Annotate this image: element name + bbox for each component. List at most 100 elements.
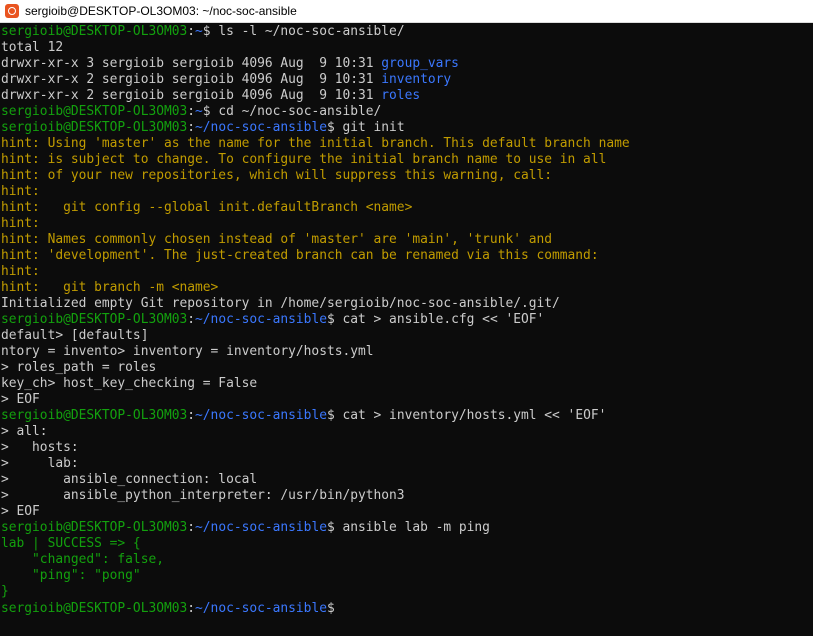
prompt-user: sergioib@DESKTOP-OL3OM03	[1, 120, 188, 135]
terminal-line: hint: is subject to change. To configure…	[1, 152, 813, 168]
output-text: > EOF	[1, 392, 40, 407]
hint-text: hint: git config --global init.defaultBr…	[1, 200, 413, 215]
prompt-user: sergioib@DESKTOP-OL3OM03	[1, 104, 188, 119]
terminal-window: sergioib@DESKTOP-OL3OM03: ~/noc-soc-ansi…	[0, 0, 813, 636]
prompt-user: sergioib@DESKTOP-OL3OM03	[1, 24, 188, 39]
terminal-line: > EOF	[1, 504, 813, 520]
output-text: Initialized empty Git repository in /hom…	[1, 296, 560, 311]
prompt-path: ~	[195, 104, 203, 119]
terminal-line: hint:	[1, 264, 813, 280]
hint-text: hint:	[1, 264, 40, 279]
prompt-path: ~/noc-soc-ansible	[195, 312, 327, 327]
prompt-path: ~/noc-soc-ansible	[195, 601, 327, 616]
output-text: $ ls -l ~/noc-soc-ansible/	[202, 24, 405, 39]
output-text: > all:	[1, 424, 48, 439]
output-text: > hosts:	[1, 440, 79, 455]
output-text: > ansible_python_interpreter: /usr/bin/p…	[1, 488, 405, 503]
terminal-line: hint:	[1, 216, 813, 232]
terminal-line: hint: Using 'master' as the name for the…	[1, 136, 813, 152]
output-text: $ cd ~/noc-soc-ansible/	[202, 104, 382, 119]
prompt-user: "ping": "pong"	[1, 568, 141, 583]
hint-text: hint: git branch -m <name>	[1, 280, 219, 295]
hint-text: hint:	[1, 184, 40, 199]
output-text: $ cat > inventory/hosts.yml << 'EOF'	[326, 408, 607, 423]
prompt-user: sergioib@DESKTOP-OL3OM03	[1, 520, 188, 535]
terminal-line: hint: 'development'. The just-created br…	[1, 248, 813, 264]
output-text: > roles_path = roles	[1, 360, 157, 375]
output-text: $ cat > ansible.cfg << 'EOF'	[326, 312, 545, 327]
prompt-user: lab | SUCCESS => {	[1, 536, 141, 551]
prompt-user: sergioib@DESKTOP-OL3OM03	[1, 312, 188, 327]
output-text: :	[187, 24, 196, 39]
terminal-line: ntory = invento> inventory = inventory/h…	[1, 344, 813, 360]
terminal-line: > ansible_python_interpreter: /usr/bin/p…	[1, 488, 813, 504]
prompt-user: }	[1, 584, 9, 599]
output-text: :	[187, 601, 196, 616]
output-text: $ ansible lab -m ping	[326, 520, 490, 535]
output-text: > lab:	[1, 456, 79, 471]
prompt-user: sergioib@DESKTOP-OL3OM03	[1, 408, 188, 423]
terminal-line: hint: git branch -m <name>	[1, 280, 813, 296]
output-text: :	[187, 120, 196, 135]
output-text: :	[187, 408, 196, 423]
terminal-line: drwxr-xr-x 3 sergioib sergioib 4096 Aug …	[1, 56, 813, 72]
title-bar[interactable]: sergioib@DESKTOP-OL3OM03: ~/noc-soc-ansi…	[0, 0, 813, 23]
output-text: total 12	[1, 40, 64, 55]
terminal-line: Initialized empty Git repository in /hom…	[1, 296, 813, 312]
hint-text: hint: Names commonly chosen instead of '…	[1, 232, 553, 247]
output-text: > ansible_connection: local	[1, 472, 258, 487]
terminal-line: sergioib@DESKTOP-OL3OM03:~/noc-soc-ansib…	[1, 520, 813, 536]
terminal-line: }	[1, 584, 813, 600]
prompt-path: inventory	[381, 72, 452, 87]
terminal-line: sergioib@DESKTOP-OL3OM03:~/noc-soc-ansib…	[1, 408, 813, 424]
terminal-line: > lab:	[1, 456, 813, 472]
terminal-line: > ansible_connection: local	[1, 472, 813, 488]
output-text: ntory = invento> inventory = inventory/h…	[1, 344, 374, 359]
terminal-line: > EOF	[1, 392, 813, 408]
terminal-line: lab | SUCCESS => {	[1, 536, 813, 552]
output-text: :	[187, 312, 196, 327]
terminal-line: > all:	[1, 424, 813, 440]
terminal-line: total 12	[1, 40, 813, 56]
ubuntu-icon	[5, 4, 19, 18]
prompt-user: sergioib@DESKTOP-OL3OM03	[1, 601, 188, 616]
output-text: :	[187, 104, 196, 119]
terminal-line: sergioib@DESKTOP-OL3OM03:~/noc-soc-ansib…	[1, 600, 813, 616]
output-text: $ git init	[326, 120, 405, 135]
terminal-line: > roles_path = roles	[1, 360, 813, 376]
prompt-path: ~/noc-soc-ansible	[195, 520, 327, 535]
terminal-line: sergioib@DESKTOP-OL3OM03:~$ ls -l ~/noc-…	[1, 24, 813, 40]
output-text: drwxr-xr-x 2 sergioib sergioib 4096 Aug …	[1, 88, 382, 103]
terminal-line: drwxr-xr-x 2 sergioib sergioib 4096 Aug …	[1, 88, 813, 104]
prompt-path: roles	[381, 88, 421, 103]
terminal-line: sergioib@DESKTOP-OL3OM03:~/noc-soc-ansib…	[1, 120, 813, 136]
hint-text: hint: Using 'master' as the name for the…	[1, 136, 630, 151]
terminal-line: default> [defaults]	[1, 328, 813, 344]
terminal-line: > hosts:	[1, 440, 813, 456]
terminal-line: sergioib@DESKTOP-OL3OM03:~$ cd ~/noc-soc…	[1, 104, 813, 120]
hint-text: hint:	[1, 216, 40, 231]
hint-text: hint: of your new repositories, which wi…	[1, 168, 553, 183]
prompt-path: ~/noc-soc-ansible	[195, 408, 327, 423]
prompt-path: group_vars	[381, 56, 459, 71]
terminal-line: drwxr-xr-x 2 sergioib sergioib 4096 Aug …	[1, 72, 813, 88]
terminal-line: hint: git config --global init.defaultBr…	[1, 200, 813, 216]
terminal-line: hint: of your new repositories, which wi…	[1, 168, 813, 184]
hint-text: hint: is subject to change. To configure…	[1, 152, 607, 167]
output-text: :	[187, 520, 196, 535]
terminal-output[interactable]: sergioib@DESKTOP-OL3OM03:~$ ls -l ~/noc-…	[0, 23, 813, 616]
output-text: $	[326, 601, 343, 616]
output-text: drwxr-xr-x 2 sergioib sergioib 4096 Aug …	[1, 72, 382, 87]
terminal-line: hint:	[1, 184, 813, 200]
text-cursor	[343, 600, 351, 614]
output-text: drwxr-xr-x 3 sergioib sergioib 4096 Aug …	[1, 56, 382, 71]
hint-text: hint: 'development'. The just-created br…	[1, 248, 599, 263]
terminal-line: sergioib@DESKTOP-OL3OM03:~/noc-soc-ansib…	[1, 312, 813, 328]
output-text: default> [defaults]	[1, 328, 149, 343]
terminal-line: key_ch> host_key_checking = False	[1, 376, 813, 392]
output-text: key_ch> host_key_checking = False	[1, 376, 258, 391]
window-title: sergioib@DESKTOP-OL3OM03: ~/noc-soc-ansi…	[25, 4, 297, 18]
prompt-path: ~	[195, 24, 203, 39]
prompt-path: ~/noc-soc-ansible	[195, 120, 327, 135]
terminal-line: "ping": "pong"	[1, 568, 813, 584]
